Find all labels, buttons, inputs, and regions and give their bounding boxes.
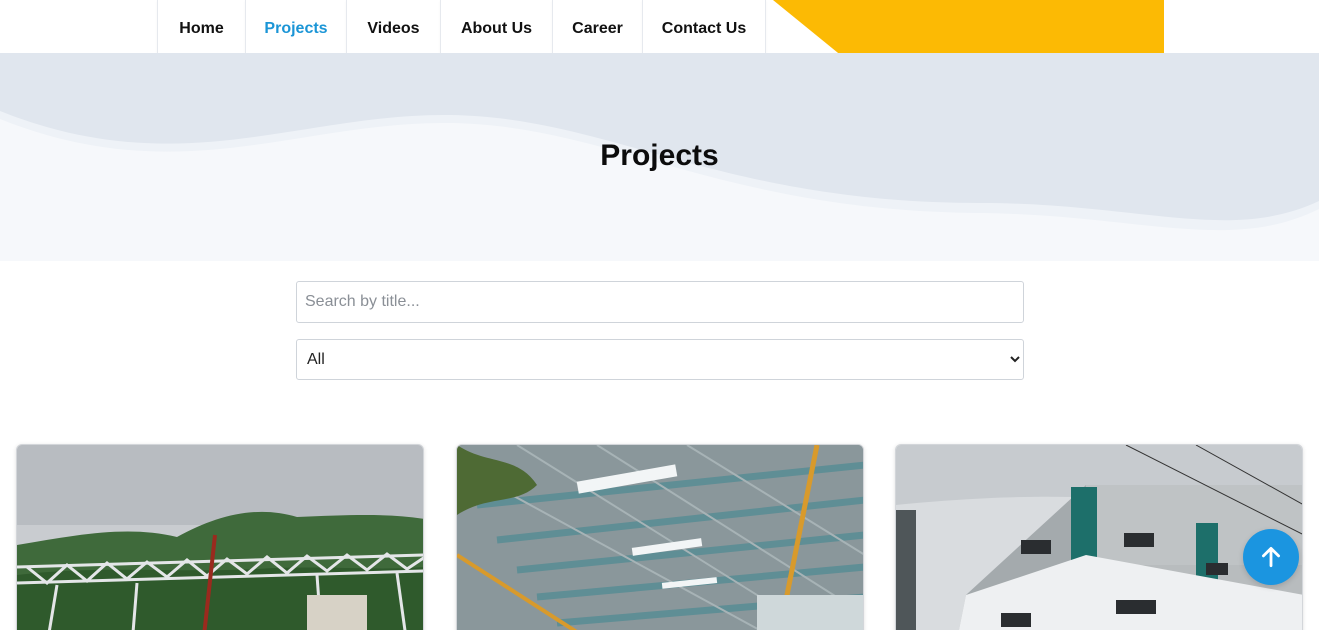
category-filter-select[interactable]: All <box>296 339 1024 380</box>
project-card-image <box>17 445 423 630</box>
project-card-image <box>896 445 1302 630</box>
arrow-up-icon <box>1262 546 1280 568</box>
page-hero: Projects <box>0 53 1319 261</box>
main-nav: Home Projects Videos About Us Career Con… <box>157 0 766 60</box>
nav-item-career[interactable]: Career <box>552 0 642 57</box>
page: Home Projects Videos About Us Career Con… <box>0 0 1319 630</box>
search-input[interactable] <box>296 281 1024 323</box>
nav-item-contact-us[interactable]: Contact Us <box>642 0 766 57</box>
nav-item-projects[interactable]: Projects <box>245 0 346 60</box>
project-card-image <box>457 445 863 630</box>
nav-item-videos[interactable]: Videos <box>346 0 440 57</box>
page-title: Projects <box>600 139 719 172</box>
project-card[interactable] <box>456 444 864 630</box>
nav-item-home[interactable]: Home <box>157 0 245 57</box>
nav-item-about-us[interactable]: About Us <box>440 0 552 57</box>
back-to-top-button[interactable] <box>1243 529 1299 585</box>
project-card[interactable] <box>895 444 1303 630</box>
project-card[interactable] <box>16 444 424 630</box>
